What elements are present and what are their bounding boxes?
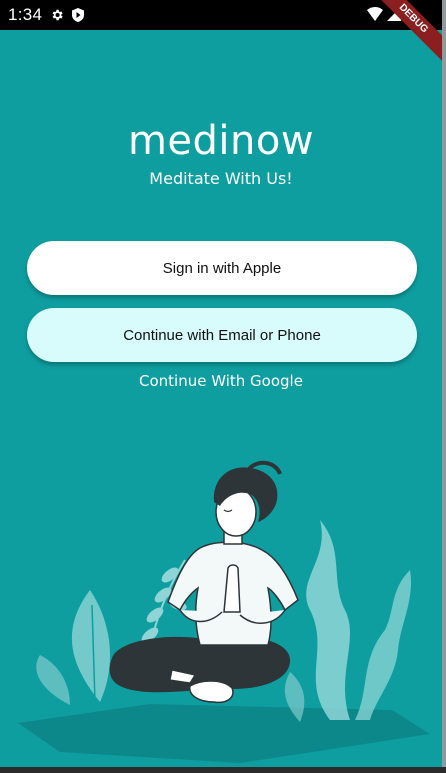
left-leaf-plant (36, 590, 111, 705)
app-screen: 1:34 DEBUG medinow Meditate With Us! Sig… (0, 0, 442, 767)
app-title: medinow (127, 118, 315, 164)
navigation-bar-edge (0, 767, 446, 773)
device-edge (442, 0, 446, 773)
status-bar: 1:34 (0, 0, 442, 30)
sign-in-apple-button[interactable]: Sign in with Apple (27, 241, 417, 295)
meditating-person-illustration (18, 460, 430, 763)
continue-email-phone-button[interactable]: Continue with Email or Phone (27, 308, 417, 362)
right-seaweed-plant (284, 520, 412, 722)
continue-google-link[interactable]: Continue With Google (0, 372, 442, 390)
meditating-person (109, 460, 299, 704)
status-time: 1:34 (8, 5, 43, 24)
app-subtitle: Meditate With Us! (149, 169, 293, 188)
shield-icon (72, 8, 85, 22)
wifi-icon (367, 7, 383, 26)
gear-icon (50, 8, 64, 22)
